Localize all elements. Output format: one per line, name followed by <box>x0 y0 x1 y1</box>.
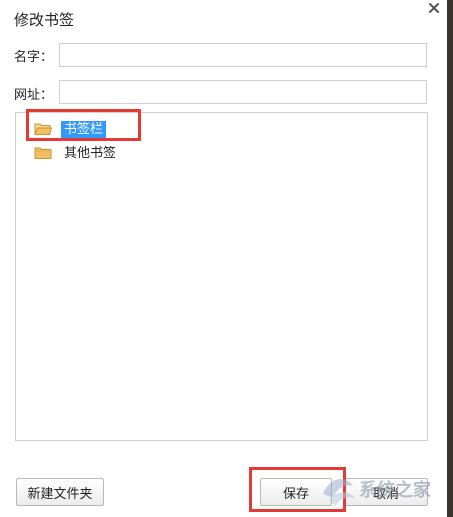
folder-icon <box>34 147 52 159</box>
url-input[interactable] <box>59 80 427 104</box>
tree-item-label: 书签栏 <box>61 120 107 138</box>
watermark-logo: 系统之家 <box>323 479 432 506</box>
url-label: 网址： <box>14 88 54 103</box>
folder-open-icon <box>34 123 52 135</box>
background-edge <box>447 0 453 517</box>
close-icon[interactable] <box>426 0 442 16</box>
edit-bookmark-dialog: 修改书签 名字： 网址： 书签栏 其他书签 新建文件夹 保存 取消 系统之家 <box>0 0 447 517</box>
tree-item-other-bookmarks[interactable]: 其他书签 <box>34 144 119 162</box>
tree-item-bookmarks-bar[interactable]: 书签栏 <box>34 120 107 138</box>
new-folder-button[interactable]: 新建文件夹 <box>16 478 104 506</box>
name-label: 名字： <box>14 50 54 65</box>
name-input[interactable] <box>59 43 427 67</box>
dialog-title: 修改书签 <box>14 11 75 29</box>
svg-text:系统之家: 系统之家 <box>359 479 432 501</box>
tree-item-label: 其他书签 <box>64 145 117 161</box>
folder-tree[interactable]: 书签栏 其他书签 <box>15 112 428 441</box>
